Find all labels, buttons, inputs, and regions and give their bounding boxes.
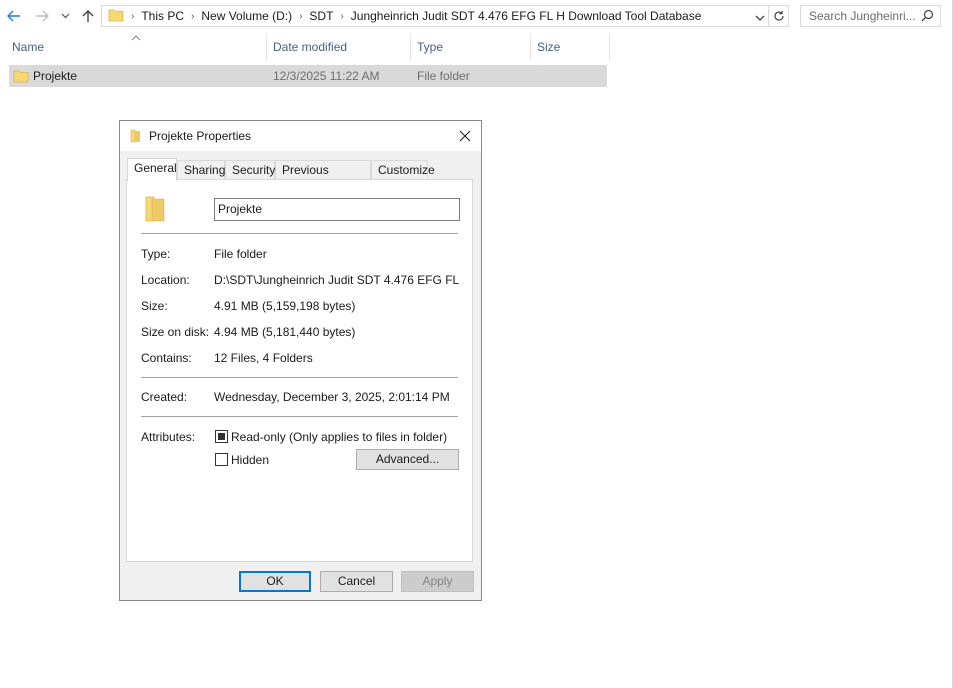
close-icon[interactable]: [456, 127, 474, 145]
created-label: Created:: [141, 390, 188, 404]
properties-dialog: Projekte Properties General Sharing Secu…: [119, 120, 482, 601]
forward-arrow-icon[interactable]: [33, 6, 51, 26]
tab-previous-versions[interactable]: Previous Versions: [275, 160, 371, 196]
hidden-checkbox[interactable]: [215, 453, 228, 466]
apply-button[interactable]: Apply: [401, 571, 474, 592]
size-label: Size:: [141, 299, 168, 313]
tab-sharing[interactable]: Sharing: [177, 160, 225, 180]
breadcrumb-sdt[interactable]: SDT: [309, 9, 333, 23]
divider: [141, 416, 458, 417]
tab-customize[interactable]: Customize: [371, 160, 435, 180]
file-name: Projekte: [33, 69, 78, 83]
advanced-button[interactable]: Advanced...: [356, 449, 459, 470]
contains-value: 12 Files, 4 Folders: [214, 351, 313, 365]
recent-locations-chevron-icon[interactable]: [58, 6, 72, 26]
column-header-date-modified[interactable]: Date modified: [269, 36, 409, 58]
column-header-type[interactable]: Type: [413, 36, 529, 58]
file-type: File folder: [417, 69, 470, 83]
location-label: Location:: [141, 273, 190, 287]
tab-general[interactable]: General: [127, 158, 177, 181]
type-value: File folder: [214, 247, 267, 261]
refresh-icon[interactable]: [769, 5, 789, 27]
divider: [141, 377, 458, 378]
folder-icon: [13, 68, 29, 91]
cancel-button[interactable]: Cancel: [320, 571, 393, 592]
attributes-label: Attributes:: [141, 430, 196, 444]
up-arrow-icon[interactable]: [79, 6, 97, 26]
address-dropdown-chevron-icon[interactable]: [755, 11, 765, 25]
contains-label: Contains:: [141, 351, 192, 365]
tab-security[interactable]: Security: [225, 160, 275, 180]
ok-button[interactable]: OK: [239, 571, 311, 592]
general-tab-panel: Projekte Type: File folder Location: D:\…: [126, 179, 473, 562]
folder-large-icon: [143, 194, 167, 227]
back-arrow-icon[interactable]: [5, 6, 23, 26]
file-row[interactable]: Projekte 12/3/2025 11:22 AM File folder: [9, 65, 607, 87]
dialog-title-bar[interactable]: Projekte Properties: [120, 121, 481, 151]
file-date-modified: 12/3/2025 11:22 AM: [273, 69, 380, 83]
read-only-label[interactable]: Read-only (Only applies to files in fold…: [231, 430, 447, 444]
size-on-disk-label: Size on disk:: [141, 325, 210, 339]
column-divider[interactable]: [609, 34, 610, 60]
column-divider[interactable]: [266, 34, 267, 60]
folder-name-input[interactable]: Projekte: [214, 198, 460, 221]
breadcrumb-this-pc[interactable]: This PC: [141, 9, 184, 23]
column-divider[interactable]: [530, 34, 531, 60]
column-divider[interactable]: [410, 34, 411, 60]
chevron-right-icon: ›: [340, 10, 344, 22]
indeterminate-mark: [218, 433, 225, 440]
created-value: Wednesday, December 3, 2025, 2:01:14 PM: [214, 390, 450, 404]
hidden-label[interactable]: Hidden: [231, 453, 269, 467]
navigation-bar: › This PC › New Volume (D:) › SDT › Jung…: [0, 0, 954, 32]
size-on-disk-value: 4.94 MB (5,181,440 bytes): [214, 325, 356, 339]
column-header-name[interactable]: Name: [8, 36, 266, 58]
location-value: D:\SDT\Jungheinrich Judit SDT 4.476 EFG …: [214, 273, 460, 287]
dialog-title: Projekte Properties: [149, 129, 252, 143]
read-only-checkbox[interactable]: [215, 430, 228, 443]
chevron-right-icon: ›: [131, 10, 135, 22]
column-header-size[interactable]: Size: [533, 36, 607, 58]
folder-icon: [129, 128, 143, 147]
breadcrumb-current-folder[interactable]: Jungheinrich Judit SDT 4.476 EFG FL H Do…: [351, 9, 702, 23]
chevron-right-icon: ›: [191, 10, 195, 22]
type-label: Type:: [141, 247, 171, 261]
size-value: 4.91 MB (5,159,198 bytes): [214, 299, 356, 313]
address-bar[interactable]: › This PC › New Volume (D:) › SDT › Jung…: [101, 5, 769, 27]
breadcrumb-volume[interactable]: New Volume (D:): [201, 9, 292, 23]
divider: [141, 233, 458, 234]
chevron-right-icon: ›: [299, 10, 303, 22]
search-placeholder: Search Jungheinri...: [809, 9, 916, 23]
folder-icon: [108, 8, 124, 25]
search-box[interactable]: Search Jungheinri...: [800, 5, 941, 27]
search-icon: [921, 9, 934, 25]
